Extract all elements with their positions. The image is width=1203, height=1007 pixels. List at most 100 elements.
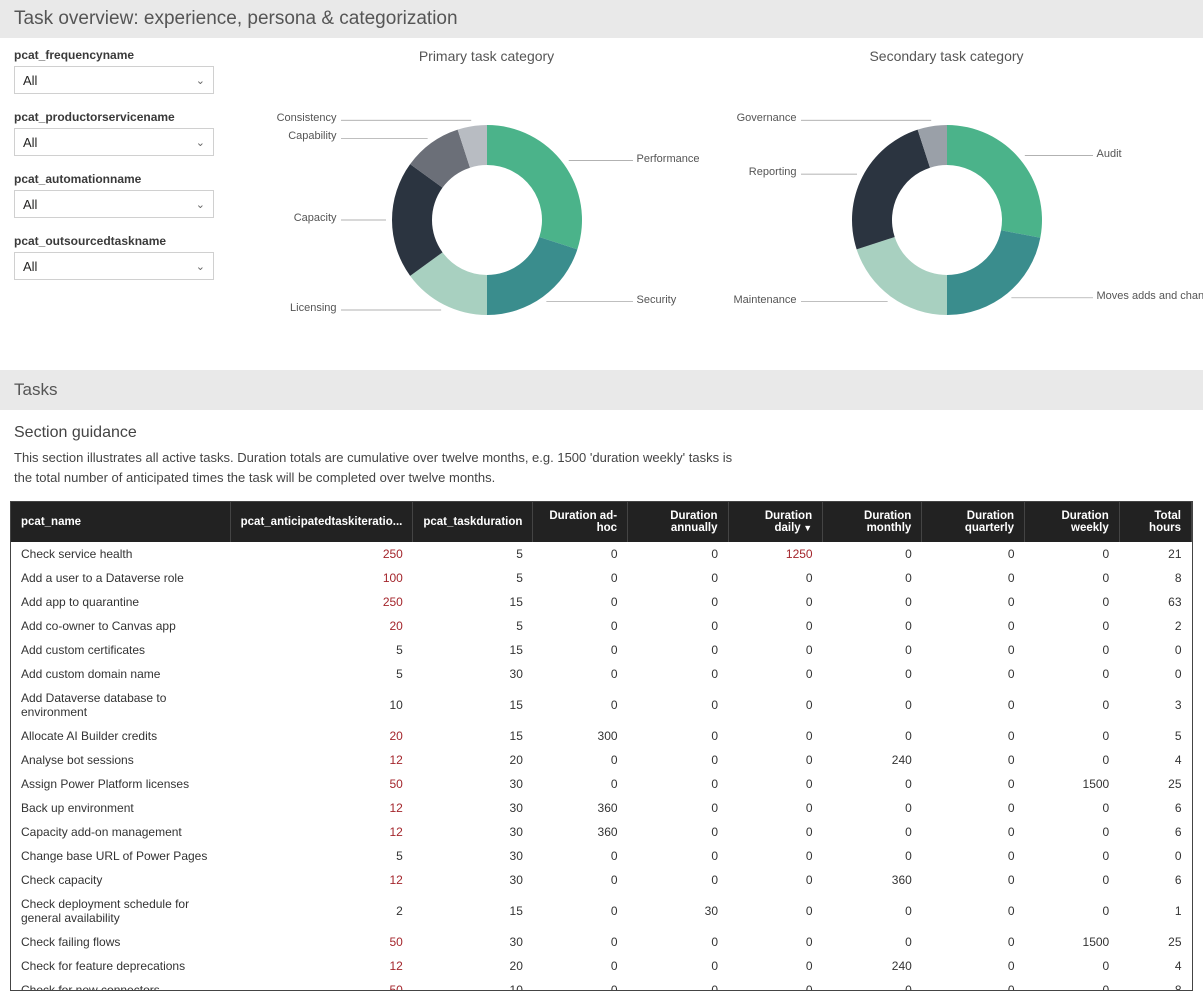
table-cell: 0 [823,820,922,844]
table-row[interactable]: Add a user to a Dataverse role1005000000… [11,566,1192,590]
table-cell: 0 [922,590,1025,614]
table-cell: 0 [628,686,728,724]
table-row[interactable]: Add co-owner to Canvas app2050000002 [11,614,1192,638]
table-cell: 20 [230,614,413,638]
column-header[interactable]: Duration quarterly [922,502,1025,542]
table-row[interactable]: Check failing flows503000000150025 [11,930,1192,954]
table-cell: 12 [230,796,413,820]
table-scroll[interactable]: pcat_namepcat_anticipatedtaskiteratio...… [11,502,1192,990]
table-cell: 0 [728,868,823,892]
table-cell: 0 [1025,820,1120,844]
donut-label: Licensing [290,302,336,314]
table-row[interactable]: Allocate AI Builder credits2015300000005 [11,724,1192,748]
filter-group: pcat_frequencyname All ⌄ [14,48,214,94]
filter-group: pcat_automationname All ⌄ [14,172,214,218]
table-cell: 50 [230,978,413,990]
column-header[interactable]: Total hours [1119,502,1191,542]
table-row[interactable]: Add custom domain name5300000000 [11,662,1192,686]
table-cell: 0 [922,638,1025,662]
table-row[interactable]: Check for feature deprecations1220000240… [11,954,1192,978]
table-cell: 0 [533,590,628,614]
secondary-donut[interactable]: AuditMoves adds and changesMaintenanceRe… [747,80,1147,340]
table-cell: 5 [413,566,533,590]
table-cell: 0 [1119,662,1191,686]
table-cell: 0 [533,748,628,772]
table-row[interactable]: Analyse bot sessions1220000240004 [11,748,1192,772]
table-cell: 5 [413,542,533,566]
table-header-row[interactable]: pcat_namepcat_anticipatedtaskiteratio...… [11,502,1192,542]
guidance-title: Section guidance [0,410,1203,448]
table-cell: 0 [728,954,823,978]
table-cell: 21 [1119,542,1191,566]
table-cell: 300 [533,724,628,748]
filter-dropdown[interactable]: All ⌄ [14,128,214,156]
table-cell: 0 [533,638,628,662]
donut-slice[interactable] [487,237,577,315]
chevron-down-icon: ⌄ [196,136,205,149]
filter-group: pcat_productorservicename All ⌄ [14,110,214,156]
column-header[interactable]: Duration daily [728,502,823,542]
table-row[interactable]: Add app to quarantine2501500000063 [11,590,1192,614]
guidance-text: This section illustrates all active task… [0,448,760,501]
filter-dropdown[interactable]: All ⌄ [14,252,214,280]
table-cell: Assign Power Platform licenses [11,772,230,796]
table-cell: 0 [628,724,728,748]
column-header[interactable]: pcat_name [11,502,230,542]
tasks-table[interactable]: pcat_namepcat_anticipatedtaskiteratio...… [11,502,1192,990]
donut-label: Performance [637,153,700,165]
table-row[interactable]: Capacity add-on management1230360000006 [11,820,1192,844]
filter-label: pcat_outsourcedtaskname [14,234,214,248]
table-cell: 10 [413,978,533,990]
table-cell: 0 [533,868,628,892]
table-cell: 25 [1119,930,1191,954]
table-row[interactable]: Check capacity1230000360006 [11,868,1192,892]
table-row[interactable]: Check service health250500125000021 [11,542,1192,566]
table-cell: 0 [728,590,823,614]
table-row[interactable]: Add custom certificates5150000000 [11,638,1192,662]
filter-dropdown[interactable]: All ⌄ [14,190,214,218]
table-cell: Check failing flows [11,930,230,954]
table-row[interactable]: Check deployment schedule for general av… [11,892,1192,930]
column-header[interactable]: Duration weekly [1025,502,1120,542]
table-cell: 50 [230,772,413,796]
table-cell: 15 [413,590,533,614]
filter-dropdown[interactable]: All ⌄ [14,66,214,94]
column-header[interactable]: pcat_anticipatedtaskiteratio... [230,502,413,542]
donut-slice[interactable] [487,125,582,249]
table-row[interactable]: Assign Power Platform licenses5030000001… [11,772,1192,796]
table-cell: 0 [823,686,922,724]
donut-slice[interactable] [947,230,1040,315]
table-cell: 0 [628,978,728,990]
table-cell: 0 [922,542,1025,566]
donut-label: Governance [737,112,797,124]
table-cell: 0 [1025,748,1120,772]
table-cell: 12 [230,954,413,978]
chevron-down-icon: ⌄ [196,260,205,273]
table-row[interactable]: Check for new connectors50100000008 [11,978,1192,990]
filter-label: pcat_frequencyname [14,48,214,62]
table-cell: 10 [230,686,413,724]
column-header[interactable]: Duration monthly [823,502,922,542]
table-row[interactable]: Add Dataverse database to environment101… [11,686,1192,724]
table-cell: 0 [823,614,922,638]
column-header[interactable]: Duration ad-hoc [533,502,628,542]
primary-donut[interactable]: PerformanceSecurityLicensingCapacityCapa… [287,80,687,340]
table-cell: 0 [533,772,628,796]
table-cell: 0 [922,796,1025,820]
table-cell: 6 [1119,868,1191,892]
filter-value: All [23,259,37,274]
table-cell: 0 [728,796,823,820]
column-header[interactable]: pcat_taskduration [413,502,533,542]
table-cell: 30 [413,930,533,954]
table-cell: Check service health [11,542,230,566]
donut-label: Maintenance [734,294,797,306]
table-cell: 0 [628,796,728,820]
table-cell: 0 [1025,614,1120,638]
donut-slice[interactable] [947,125,1042,238]
donut-slice[interactable] [856,237,946,315]
table-row[interactable]: Change base URL of Power Pages5300000000 [11,844,1192,868]
column-header[interactable]: Duration annually [628,502,728,542]
table-cell: 0 [728,638,823,662]
donut-slice[interactable] [852,130,930,250]
table-row[interactable]: Back up environment1230360000006 [11,796,1192,820]
